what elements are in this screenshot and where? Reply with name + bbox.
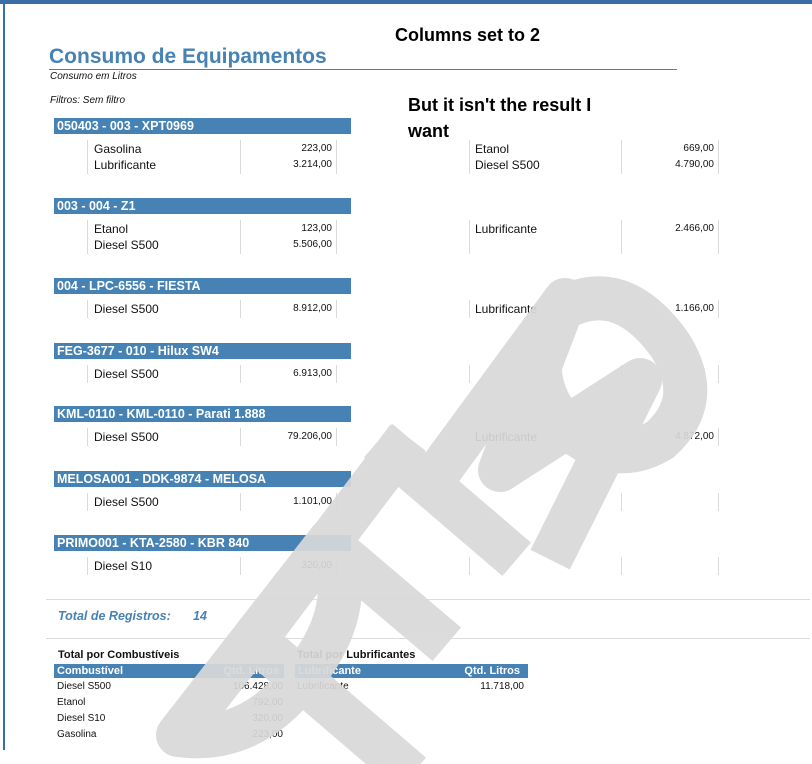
- demo-watermark: [156, 276, 708, 764]
